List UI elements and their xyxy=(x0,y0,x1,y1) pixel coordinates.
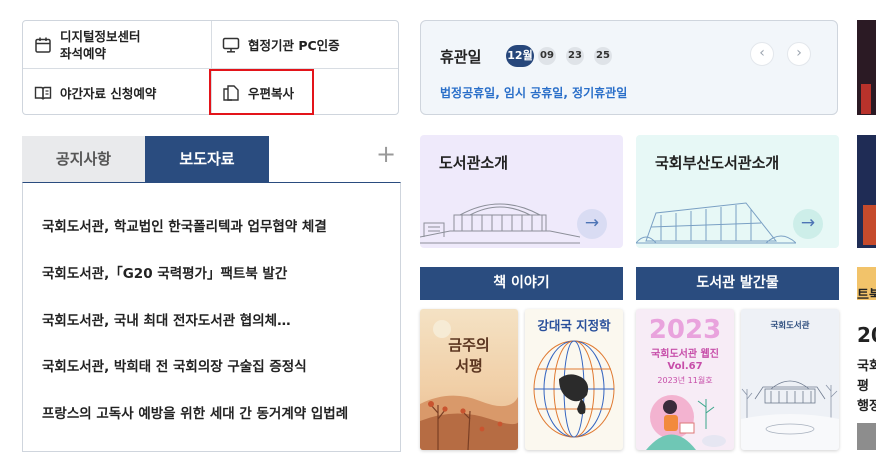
banner-decoration xyxy=(861,84,871,114)
assembly-building-illustration xyxy=(420,203,580,244)
webzine-year: 2023 xyxy=(648,315,722,345)
book-open-icon xyxy=(34,86,52,100)
quick-menu-pc-auth[interactable]: 협정기관 PC인증 xyxy=(222,35,340,55)
quick-menu-night-request[interactable]: 야간자료 신청예약 xyxy=(34,83,156,103)
holiday-subtitle-link[interactable]: 법정공휴일, 임시 공휴일, 정기휴관일 xyxy=(440,84,627,101)
globe-rings-illustration xyxy=(533,340,615,438)
partial-banner[interactable] xyxy=(857,135,876,248)
webzine-book[interactable]: 2023 국회도서관 웹진 Vol.67 2023년 11월호 xyxy=(636,309,734,450)
snowy-assembly-illustration xyxy=(741,380,839,450)
holiday-panel: 휴관일 12월 09 23 25 법정공휴일, 임시 공휴일, 정기휴관일 ‹ … xyxy=(420,20,838,115)
partial-text: 20 xyxy=(857,323,876,347)
list-item[interactable]: 국회도서관,「G20 국력평가」팩트북 발간 xyxy=(42,262,287,282)
webzine-title: 국회도서관 웹진 xyxy=(651,349,719,360)
partial-text: 평 xyxy=(857,379,869,394)
partial-text: 국회 xyxy=(857,359,876,374)
book-title: 강대국 지정학 xyxy=(537,318,611,333)
tab-press-release[interactable]: 보도자료 xyxy=(145,136,269,182)
holiday-day: 23 xyxy=(566,47,584,65)
banner-decoration xyxy=(863,205,876,245)
list-item[interactable]: 국회도서관, 박희태 전 국회의장 구술집 증정식 xyxy=(42,355,307,375)
book-title: 금주의 서평 xyxy=(448,336,490,375)
highlight-box xyxy=(209,69,314,115)
list-item[interactable]: 프랑스의 고독사 예방을 위한 세대 간 동거계약 입법례 xyxy=(42,402,348,422)
partial-text: 트북 xyxy=(857,288,876,303)
holiday-title: 휴관일 xyxy=(440,48,482,66)
webzine-issue: 2023년 11월호 xyxy=(657,376,713,385)
list-item[interactable]: 국회도서관, 국내 최대 전자도서관 협의체… xyxy=(42,309,291,329)
prev-arrow-button[interactable]: ‹ xyxy=(750,42,774,66)
list-item[interactable]: 국회도서관, 학교법인 한국폴리텍과 업무협약 체결 xyxy=(42,215,327,235)
geopolitics-book[interactable]: 강대국 지정학 xyxy=(525,309,623,450)
next-arrow-button[interactable]: › xyxy=(787,42,811,66)
tab-notice[interactable]: 공지사항 xyxy=(22,136,145,182)
calendar-icon xyxy=(35,37,51,53)
press-release-list: 국회도서관, 학교법인 한국폴리텍과 업무협약 체결 국회도서관,「G20 국력… xyxy=(22,182,401,452)
quick-menu-seat-reservation[interactable]: 디지털정보센터 좌석예약 xyxy=(34,27,141,63)
library-magazine-book[interactable]: 국회도서관 xyxy=(741,309,839,450)
partial-image xyxy=(857,423,876,450)
card-title: 도서관소개 xyxy=(439,154,509,172)
more-plus-icon[interactable]: + xyxy=(376,142,396,166)
quick-menu-label: 야간자료 신청예약 xyxy=(60,85,157,101)
publications-header[interactable]: 도서관 발간물 xyxy=(636,267,839,300)
arrow-right-icon: → xyxy=(577,209,607,239)
library-intro-card[interactable]: 도서관소개 → xyxy=(420,135,623,248)
reading-girl-illustration xyxy=(646,395,726,450)
magazine-title: 국회도서관 xyxy=(770,321,810,331)
holiday-day: 25 xyxy=(594,47,612,65)
partial-text: 행정 xyxy=(857,399,876,414)
partial-banner[interactable] xyxy=(857,20,876,115)
weekly-review-book[interactable]: 금주의 서평 xyxy=(420,309,518,450)
quick-menu-label: 협정기관 PC인증 xyxy=(248,37,340,53)
busan-library-illustration xyxy=(636,202,796,244)
autumn-field-illustration xyxy=(420,320,518,450)
book-story-header[interactable]: 책 이야기 xyxy=(420,267,623,300)
busan-library-intro-card[interactable]: 국회부산도서관소개 → xyxy=(636,135,839,248)
arrow-right-icon: → xyxy=(793,209,823,239)
monitor-icon xyxy=(222,37,240,53)
partial-card[interactable]: 트북 20 국회 평 행정 xyxy=(857,267,876,450)
holiday-day: 09 xyxy=(538,47,556,65)
card-title: 국회부산도서관소개 xyxy=(655,154,780,172)
webzine-volume: Vol.67 xyxy=(667,361,703,372)
holiday-month-badge: 12월 xyxy=(506,45,534,67)
quick-menu-label: 디지털정보센터 좌석예약 xyxy=(60,29,141,61)
